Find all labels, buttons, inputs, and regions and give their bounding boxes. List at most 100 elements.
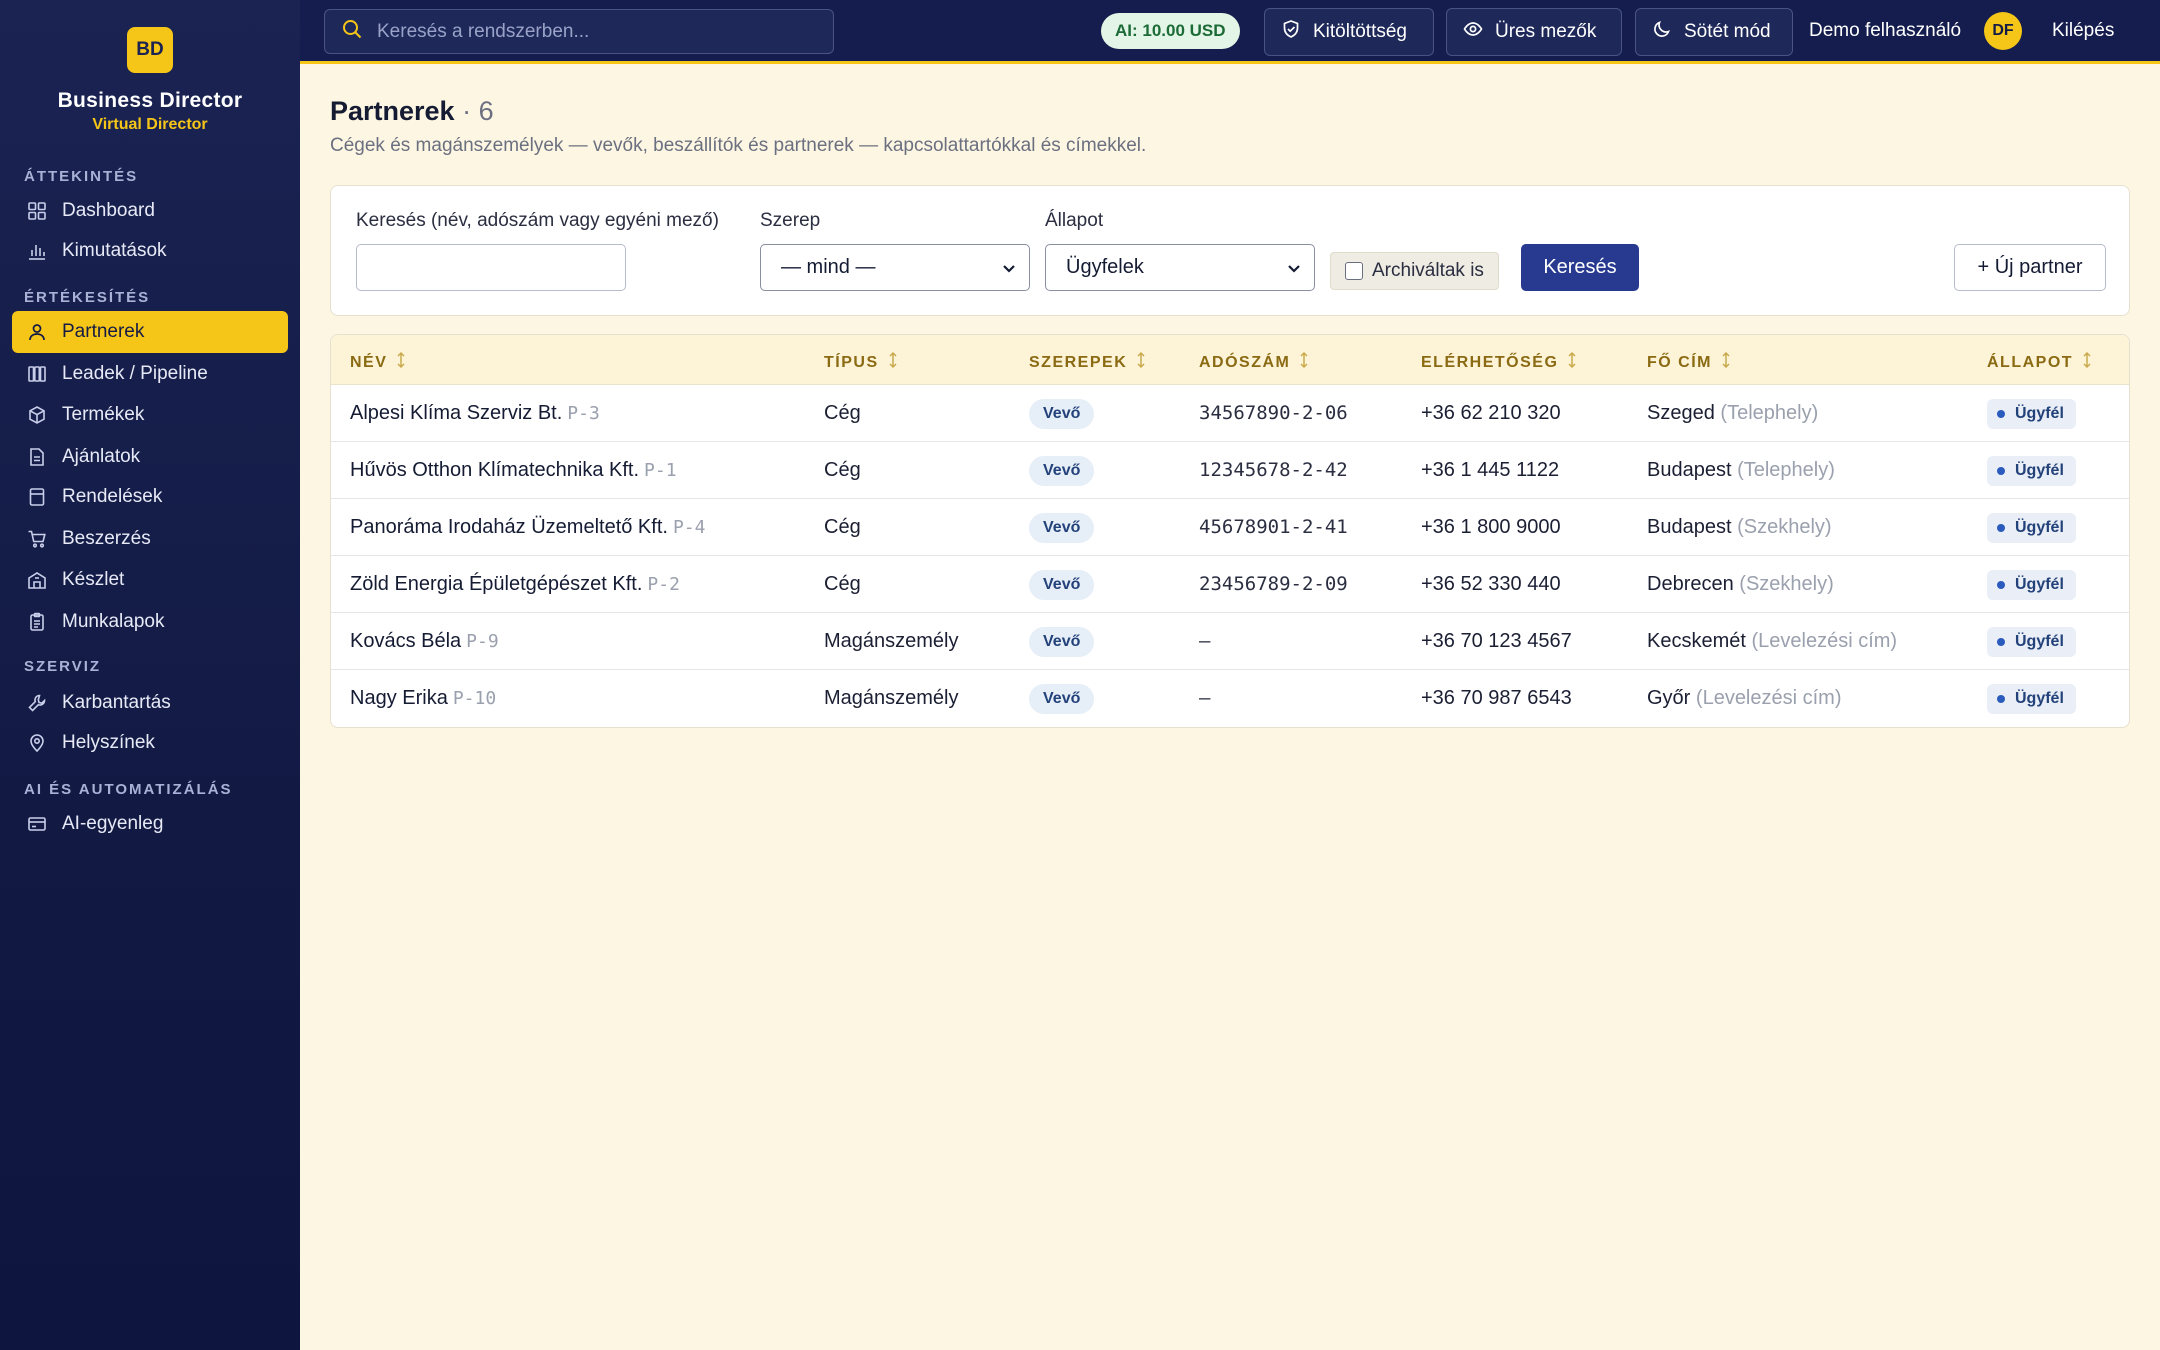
sidebar-item-locations[interactable]: Helyszínek: [12, 722, 288, 764]
status-select[interactable]: Ügyfelek: [1045, 244, 1315, 291]
receipt-icon: [24, 484, 50, 510]
brand: BD Business Director Virtual Director: [0, 0, 300, 134]
main-address: Budapest (Telephely): [1647, 459, 1835, 481]
partner-name[interactable]: Kovács Béla P-9: [350, 630, 499, 653]
sidebar-item-label: Helyszínek: [62, 732, 155, 753]
table-row[interactable]: Alpesi Klíma Szerviz Bt. P-3 Cég Vevő 345…: [331, 385, 2129, 442]
table-row[interactable]: Hűvös Otthon Klímatechnika Kft. P-1 Cég V…: [331, 442, 2129, 499]
sidebar-item-label: Ajánlatok: [62, 446, 141, 467]
role-chip: Vevő: [1029, 627, 1095, 657]
tax-number: 45678901-2-41: [1199, 516, 1348, 538]
dark-mode-button[interactable]: Sötét mód: [1635, 8, 1793, 56]
role-chip: Vevő: [1029, 456, 1095, 486]
phone-number: +36 70 123 4567: [1421, 630, 1572, 652]
warehouse-icon: [24, 567, 50, 593]
sidebar-item-worksheets[interactable]: Munkalapok: [12, 601, 288, 643]
partner-name[interactable]: Nagy Erika P-10: [350, 687, 496, 710]
brand-logo[interactable]: BD: [127, 27, 173, 73]
sidebar-item-purchasing[interactable]: Beszerzés: [12, 518, 288, 560]
sidebar-item-label: Karbantartás: [62, 692, 171, 713]
col-header-type[interactable]: TÍPUS: [824, 351, 899, 374]
partner-type: Magánszemély: [824, 687, 959, 709]
user-name[interactable]: Demo felhasználó: [1809, 20, 1961, 42]
status-dot-icon: [1997, 467, 2005, 475]
clipboard-icon: [24, 609, 50, 635]
sort-icon: [387, 351, 407, 374]
sort-icon: [879, 351, 899, 374]
sidebar-item-dashboard[interactable]: Dashboard: [12, 190, 288, 232]
role-chip: Vevő: [1029, 513, 1095, 543]
role-select[interactable]: — mind —: [760, 244, 1030, 291]
role-chip: Vevő: [1029, 399, 1095, 429]
logout-link[interactable]: Kilépés: [2052, 20, 2114, 42]
credit-card-icon: [24, 811, 50, 837]
partner-type: Cég: [824, 459, 861, 481]
sidebar-item-leads[interactable]: Leadek / Pipeline: [12, 353, 288, 395]
status-badge: Ügyfél: [1987, 456, 2076, 486]
archived-toggle[interactable]: Archiváltak is: [1330, 252, 1499, 290]
partner-name[interactable]: Zöld Energia Épületgépészet Kft. P-2: [350, 573, 680, 596]
phone-number: +36 52 330 440: [1421, 573, 1561, 595]
table-row[interactable]: Zöld Energia Épületgépészet Kft. P-2 Cég …: [331, 556, 2129, 613]
search-field-label: Keresés (név, adószám vagy egyéni mező): [356, 210, 719, 231]
col-header-tax-number[interactable]: ADÓSZÁM: [1199, 351, 1310, 374]
sort-icon: [1290, 351, 1310, 374]
table-row[interactable]: Panoráma Irodaház Üzemeltető Kft. P-4 Cég…: [331, 499, 2129, 556]
search-icon: [341, 18, 363, 45]
moon-icon: [1652, 19, 1684, 45]
partner-search-input[interactable]: [356, 244, 626, 291]
completeness-button[interactable]: Kitöltöttség: [1264, 8, 1434, 56]
avatar[interactable]: DF: [1984, 12, 2022, 50]
partner-name[interactable]: Alpesi Klíma Szerviz Bt. P-3: [350, 402, 600, 425]
sidebar-item-orders[interactable]: Rendelések: [12, 476, 288, 518]
sidebar-item-label: AI-egyenleg: [62, 813, 164, 834]
col-header-main-address[interactable]: FŐ CÍM: [1647, 351, 1732, 374]
grid-icon: [24, 198, 50, 224]
partner-name[interactable]: Panoráma Irodaház Üzemeltető Kft. P-4: [350, 516, 705, 539]
bar-chart-icon: [24, 238, 50, 264]
table-row[interactable]: Nagy Erika P-10 Magánszemély Vevő — +36 7…: [331, 670, 2129, 727]
sidebar-item-products[interactable]: Termékek: [12, 394, 288, 436]
phone-number: +36 70 987 6543: [1421, 687, 1572, 709]
phone-number: +36 62 210 320: [1421, 402, 1561, 424]
brand-subtitle: Virtual Director: [92, 116, 208, 133]
role-chip: Vevő: [1029, 570, 1095, 600]
col-header-contact[interactable]: ELÉRHETŐSÉG: [1421, 351, 1578, 374]
partner-code: P-10: [452, 688, 497, 709]
dark-mode-label: Sötét mód: [1684, 21, 1771, 42]
tax-number: 23456789-2-09: [1199, 573, 1348, 595]
sidebar-item-stock[interactable]: Készlet: [12, 559, 288, 601]
sidebar-item-quotes[interactable]: Ajánlatok: [12, 436, 288, 478]
ai-balance-badge[interactable]: AI: 10.00 USD: [1101, 13, 1240, 49]
sidebar-item-ai-balance[interactable]: AI-egyenleg: [12, 803, 288, 845]
table-row[interactable]: Kovács Béla P-9 Magánszemély Vevő — +36 7…: [331, 613, 2129, 670]
global-search[interactable]: [324, 9, 834, 54]
partner-type: Cég: [824, 402, 861, 424]
wrench-icon: [24, 690, 50, 716]
chevron-down-icon: [1001, 259, 1017, 275]
nav-section-service: SZERVIZ: [24, 658, 102, 675]
user-icon: [24, 319, 50, 345]
brand-title: Business Director: [57, 89, 243, 112]
main-address: Debrecen (Szekhely): [1647, 573, 1834, 595]
empty-fields-button[interactable]: Üres mezők: [1446, 8, 1622, 56]
partner-name[interactable]: Hűvös Otthon Klímatechnika Kft. P-1: [350, 459, 677, 482]
sidebar-item-label: Készlet: [62, 569, 125, 590]
col-header-name[interactable]: NÉV: [350, 351, 407, 374]
partner-type: Cég: [824, 516, 861, 538]
sidebar-item-reports[interactable]: Kimutatások: [12, 230, 288, 272]
col-header-roles[interactable]: SZEREPEK: [1029, 351, 1147, 374]
partner-type: Magánszemély: [824, 630, 959, 652]
table-header: NÉV TÍPUS SZEREPEK ADÓSZÁM ELÉRHETŐSÉG F…: [331, 335, 2129, 385]
sidebar-item-partners[interactable]: Partnerek: [12, 311, 288, 353]
global-search-input[interactable]: [377, 20, 817, 43]
archived-checkbox[interactable]: [1345, 262, 1363, 280]
search-button[interactable]: Keresés: [1521, 244, 1639, 291]
col-header-status[interactable]: ÁLLAPOT: [1987, 351, 2093, 374]
main-address: Budapest (Szekhely): [1647, 516, 1832, 538]
page-count: · 6: [462, 96, 494, 126]
sidebar-item-maintenance[interactable]: Karbantartás: [12, 682, 288, 724]
new-partner-button[interactable]: + Új partner: [1954, 244, 2106, 291]
tax-number: —: [1199, 687, 1211, 709]
sidebar-item-label: Partnerek: [62, 321, 145, 342]
